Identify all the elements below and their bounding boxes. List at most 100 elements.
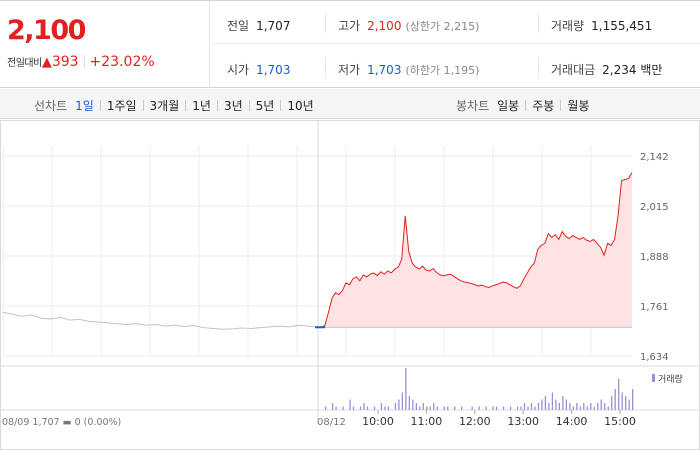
line-period-tab-5[interactable]: 5년 — [256, 99, 275, 113]
tab-divider — [216, 100, 218, 111]
change-divider — [83, 55, 85, 68]
change-rate: +23.02% — [89, 54, 155, 70]
volume-bar — [363, 403, 365, 410]
upper-limit: (상한가 2,215) — [405, 20, 480, 33]
x-tick-label: 13:00 — [507, 415, 539, 428]
volume-bar — [600, 399, 602, 410]
volume-bar — [576, 403, 578, 410]
y-tick-label: 1,888 — [640, 252, 669, 263]
y-tick-label: 2,142 — [640, 152, 669, 163]
tab-divider — [280, 100, 282, 111]
volume-bar — [443, 406, 445, 410]
open-label: 시가 — [227, 63, 250, 77]
price-chart[interactable]: 2,142 2,015 1,888 1,761 1,634 거래량 08/09 1,707 … — [0, 120, 700, 450]
volume-bar — [572, 406, 574, 410]
volume-bar — [447, 406, 449, 410]
candle-period-list: 일봉 주봉 월봉 — [497, 99, 589, 113]
volume-bar — [523, 403, 526, 410]
cell-divider — [325, 13, 326, 33]
line-period-tab-1[interactable]: 1주일 — [107, 99, 137, 113]
volume-bar — [415, 403, 417, 410]
high-cell: 고가 2,100 (상한가 2,215) — [338, 17, 479, 34]
tab-divider — [560, 100, 562, 111]
tab-divider — [99, 100, 101, 111]
volume-bar — [380, 403, 383, 410]
volume-bar — [422, 403, 424, 410]
quote-info-grid: 전일 1,707 고가 2,100 (상한가 2,215) 거래량 1,155,451 … — [211, 1, 700, 88]
volume-bar — [495, 406, 498, 410]
volume-bar — [530, 403, 533, 410]
volume-bar — [607, 406, 609, 410]
prev-day-line — [2, 311, 319, 330]
volume-bar — [621, 392, 623, 410]
volume-bar — [384, 406, 386, 410]
volume-bar — [366, 406, 369, 410]
prev-close-cell: 전일 1,707 — [227, 17, 290, 34]
amount-value: 2,234 백만 — [602, 63, 663, 77]
line-period-tab-0[interactable]: 1일 — [75, 99, 94, 113]
volume-bar — [579, 406, 581, 410]
volume-bar — [569, 403, 571, 410]
low-value: 1,703 — [367, 63, 402, 77]
low-label: 저가 — [338, 63, 361, 77]
volume-bar — [429, 406, 431, 410]
high-label: 고가 — [338, 19, 361, 33]
volume-legend-label: 거래량 — [658, 373, 683, 385]
current-price: 2,100 — [7, 15, 86, 46]
change-value: 393 — [51, 54, 79, 70]
line-chart-title: 선차트 — [34, 99, 68, 113]
volume-bar — [597, 403, 599, 410]
volume-bar — [604, 403, 606, 410]
info-row-1: 전일 1,707 고가 2,100 (상한가 2,215) 거래량 1,155,451 — [211, 1, 700, 44]
up-arrow-icon: ▲ — [41, 55, 52, 70]
volume-bar — [614, 389, 616, 410]
high-value: 2,100 — [367, 19, 402, 33]
x-tick-label: 15:00 — [604, 415, 636, 428]
line-period-tab-4[interactable]: 3년 — [224, 99, 243, 113]
open-cell: 시가 1,703 — [227, 61, 290, 78]
line-period-tab-2[interactable]: 3개월 — [150, 99, 180, 113]
tab-divider — [185, 100, 187, 111]
volume-bar — [405, 368, 407, 410]
volume-bar — [436, 406, 438, 410]
lower-limit: (하한가 1,195) — [405, 64, 480, 77]
volume-label: 거래량 — [551, 19, 585, 33]
x-tick-label: 11:00 — [411, 415, 443, 428]
line-period-list: 1일 1주일 3개월 1년 3년 5년 10년 — [75, 99, 314, 113]
volume-bar — [401, 392, 404, 410]
volume-bar — [509, 406, 512, 410]
volume-bar — [419, 406, 421, 410]
today-date-label: 08/12 — [317, 417, 346, 428]
volume-bar — [527, 406, 529, 410]
line-period-tab-3[interactable]: 1년 — [192, 99, 211, 113]
volume-legend-swatch — [652, 374, 655, 382]
prev-close-label: 전일 — [227, 19, 250, 33]
volume-bar — [373, 406, 376, 410]
change-label: 전일대비 — [7, 58, 42, 69]
volume-bar — [342, 406, 344, 410]
tab-divider — [142, 100, 144, 111]
volume-bar — [485, 406, 487, 410]
volume-bar — [324, 406, 327, 410]
volume-bar — [352, 406, 355, 410]
volume-bar — [544, 396, 547, 410]
y-tick-label: 2,015 — [640, 202, 669, 213]
volume-bar — [632, 389, 634, 410]
volume-bar — [562, 396, 564, 410]
y-tick-label: 1,634 — [640, 352, 669, 363]
line-period-tab-6[interactable]: 10년 — [287, 99, 313, 113]
open-value: 1,703 — [256, 63, 291, 77]
volume-bar — [534, 406, 536, 410]
volume-bar — [433, 403, 435, 410]
candle-period-tab-1[interactable]: 주봉 — [532, 99, 554, 113]
volume-bar — [565, 399, 568, 410]
prev-day-summary: 08/09 1,707 ▬ 0 (0.00%) — [2, 417, 121, 428]
volume-bar — [583, 403, 585, 410]
volume-value: 1,155,451 — [591, 19, 653, 33]
candle-period-tab-2[interactable]: 월봉 — [567, 99, 589, 113]
y-tick-label: 1,761 — [640, 302, 669, 313]
volume-bar — [394, 403, 397, 410]
volume-bar — [359, 406, 362, 410]
candle-period-tab-0[interactable]: 일봉 — [497, 99, 519, 113]
volume-bar — [502, 406, 505, 410]
